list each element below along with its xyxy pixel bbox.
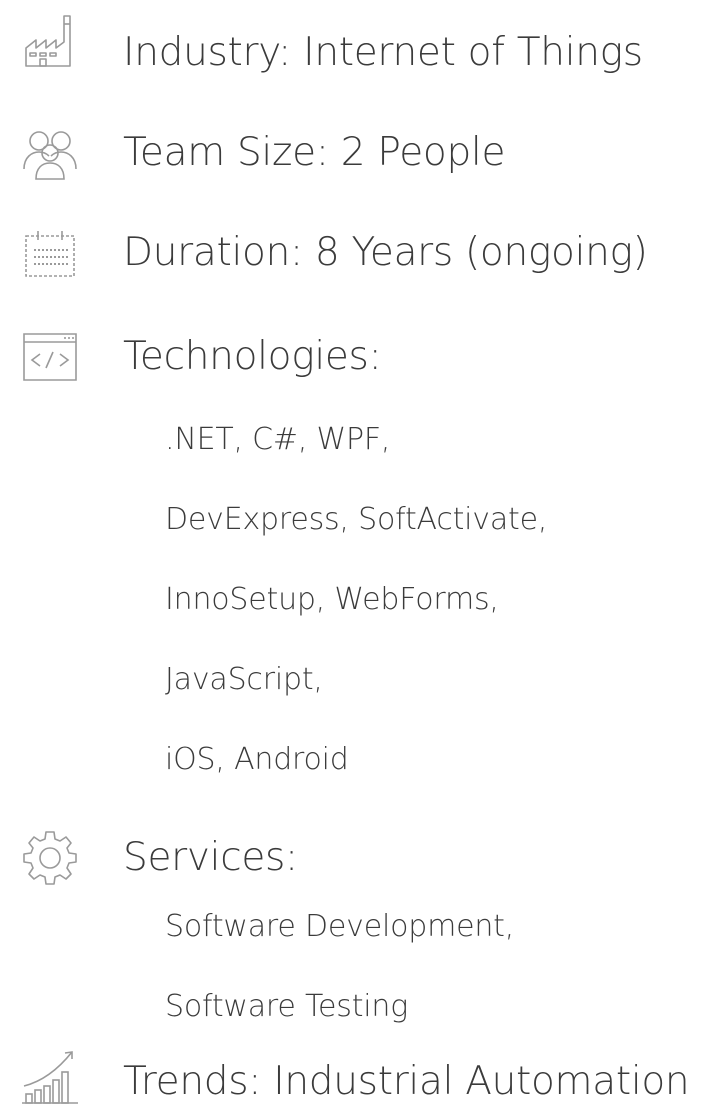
team-size-label: Team Size: 2 People: [123, 130, 506, 175]
factory-icon: [20, 12, 80, 72]
technology-item: JavaScript,: [165, 662, 323, 697]
growth-chart-icon: [20, 1044, 80, 1104]
technology-item: iOS, Android: [165, 742, 349, 777]
calendar-icon: [20, 222, 80, 282]
code-window-icon: [20, 326, 80, 386]
duration-label: Duration: 8 Years (ongoing): [123, 230, 648, 275]
team-icon: [20, 123, 80, 183]
trends-label: Trends: Industrial Automation: [123, 1059, 690, 1104]
services-label: Services:: [123, 835, 298, 880]
gear-icon: [20, 826, 80, 886]
technologies-label: Technologies:: [123, 334, 382, 379]
service-item: Software Development,: [165, 909, 515, 944]
technology-item: .NET, C#, WPF,: [165, 422, 391, 457]
service-item: Software Testing: [165, 989, 409, 1024]
technology-item: DevExpress, SoftActivate,: [165, 502, 548, 537]
industry-label: Industry: Internet of Things: [123, 30, 643, 75]
technology-item: InnoSetup, WebForms,: [165, 582, 499, 617]
